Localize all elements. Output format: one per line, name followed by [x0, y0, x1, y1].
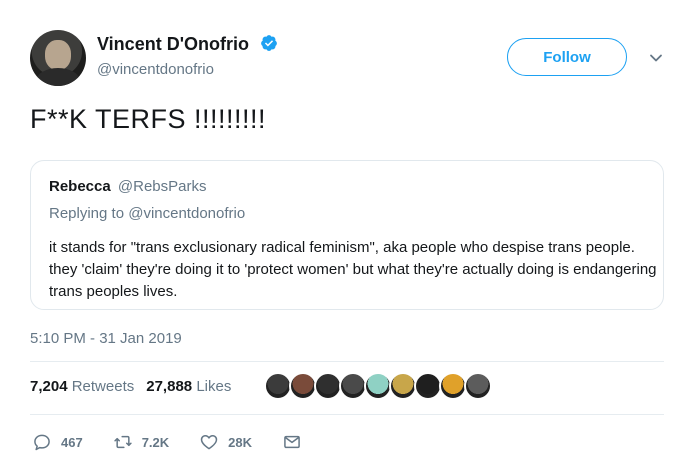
like-stat-count: 27,888 [146, 378, 193, 395]
verified-badge-icon [261, 35, 277, 51]
retweet-button[interactable]: 7.2K [113, 432, 169, 452]
quoted-tweet[interactable]: Rebecca @RebsParks Replying to @vincentd… [30, 160, 664, 310]
like-stat-label: Likes [196, 378, 232, 395]
liker-avatar[interactable] [314, 372, 342, 400]
reply-icon [34, 434, 50, 451]
reply-button[interactable]: 467 [32, 432, 83, 452]
avatar-body [36, 68, 80, 86]
quoted-body: it stands for "trans exclusionary radica… [49, 239, 657, 300]
liker-avatar[interactable] [364, 372, 392, 400]
retweet-icon [114, 435, 132, 449]
divider [30, 414, 664, 415]
divider [30, 361, 664, 362]
follow-button[interactable]: Follow [507, 38, 627, 76]
quoted-author: Rebecca @RebsParks [49, 178, 206, 195]
replying-to-handle[interactable]: @vincentdonofrio [128, 205, 245, 222]
quoted-author-name: Rebecca [49, 178, 111, 195]
liker-avatar[interactable] [389, 372, 417, 400]
author-name[interactable]: Vincent D'Onofrio [97, 34, 278, 55]
retweet-count: 7.2K [141, 434, 170, 450]
like-count: 28K [228, 434, 253, 450]
direct-message-button[interactable] [282, 432, 302, 452]
replying-prefix: Replying to [49, 205, 125, 222]
like-button[interactable]: 28K [199, 432, 252, 452]
envelope-icon [284, 435, 300, 449]
tweet-text: F**K TERFS !!!!!!!!! [30, 104, 267, 134]
reply-count: 467 [61, 434, 83, 450]
tweet-timestamp[interactable]: 5:10 PM - 31 Jan 2019 [30, 330, 182, 347]
author-avatar[interactable] [30, 30, 86, 86]
retweet-stat-label: Retweets [71, 378, 135, 395]
avatar-face [45, 40, 71, 70]
engagement-stats: 7,204 Retweets 27,888 Likes [30, 378, 231, 395]
author-handle[interactable]: @vincentdonofrio [97, 61, 214, 78]
liker-avatar[interactable] [464, 372, 492, 400]
tweet-actions: 467 7.2K 28K [32, 430, 332, 454]
liker-avatar[interactable] [289, 372, 317, 400]
liker-avatar[interactable] [339, 372, 367, 400]
heart-icon [200, 435, 218, 450]
liker-avatar[interactable] [264, 372, 292, 400]
likers-avatars[interactable] [264, 372, 492, 402]
replying-to-line: Replying to @vincentdonofrio [49, 205, 245, 222]
liker-avatar[interactable] [439, 372, 467, 400]
like-stat[interactable]: 27,888 Likes [146, 378, 231, 395]
author-name-text: Vincent D'Onofrio [97, 34, 249, 54]
retweet-stat[interactable]: 7,204 Retweets [30, 378, 134, 395]
liker-avatar[interactable] [414, 372, 442, 400]
quoted-author-handle: @RebsParks [117, 178, 207, 195]
retweet-stat-count: 7,204 [30, 378, 68, 395]
chevron-down-icon[interactable] [648, 50, 664, 66]
